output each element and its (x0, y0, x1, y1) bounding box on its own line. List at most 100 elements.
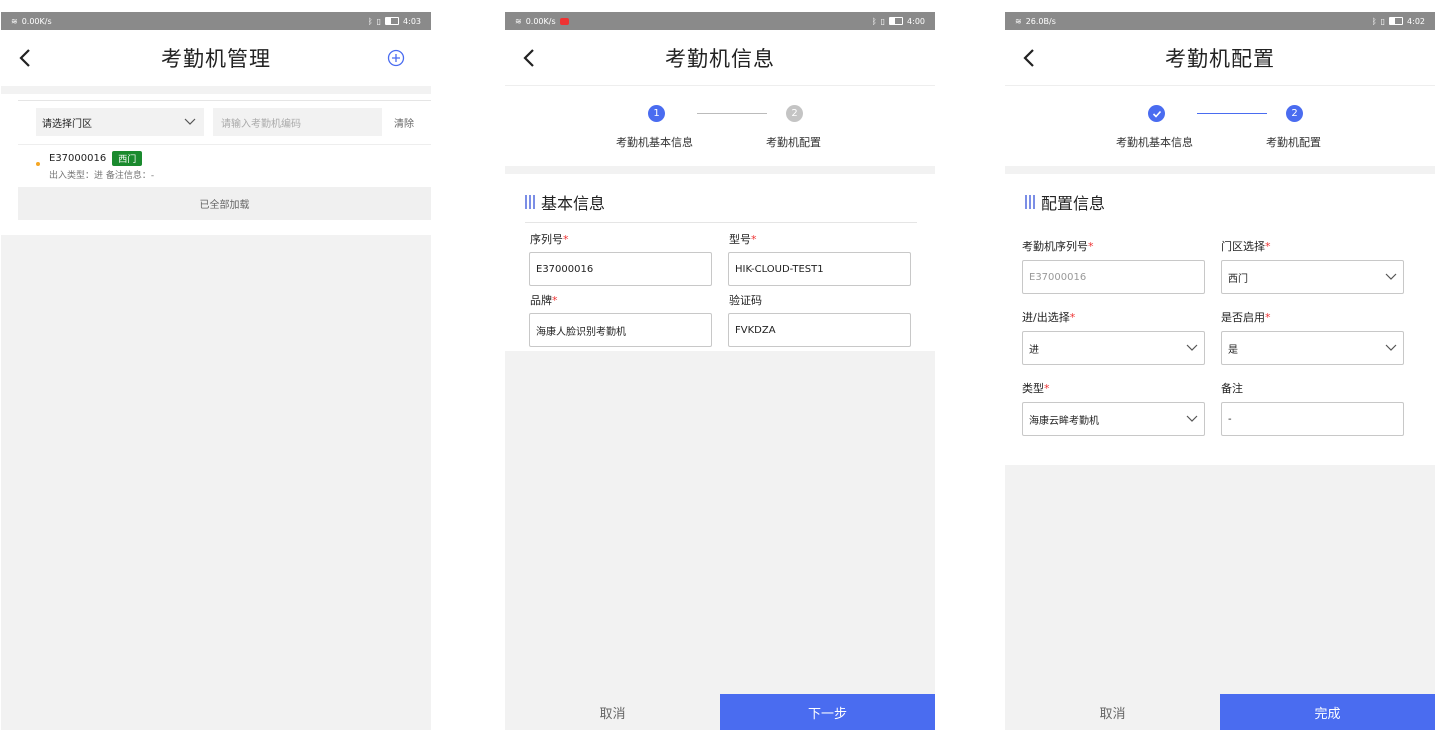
remark-label: 备注 (1221, 382, 1243, 395)
clear-button[interactable]: 清除 (394, 115, 414, 130)
required-mark: * (552, 294, 558, 307)
section-bars-icon (525, 195, 535, 209)
wifi-icon: ≋ (11, 16, 18, 26)
next-step-button[interactable]: 下一步 (720, 694, 935, 730)
brand-field[interactable]: 海康人脸识别考勤机 (529, 313, 712, 347)
chevron-down-icon (1186, 415, 1198, 422)
chevron-down-icon (1186, 344, 1198, 351)
section-header: 基本信息 (525, 190, 605, 214)
page-title: 考勤机信息 (665, 47, 775, 71)
verify-code-field[interactable]: FVKDZA (728, 313, 911, 347)
type-select[interactable]: 海康云眸考勤机 (1022, 402, 1205, 436)
verify-code-label: 验证码 (729, 294, 762, 307)
chevron-down-icon (1385, 273, 1397, 280)
serial-label: 考勤机序列号* (1022, 238, 1094, 254)
type-value: 海康云眸考勤机 (1029, 415, 1099, 427)
chevron-down-icon (184, 118, 196, 125)
serial-field[interactable]: E37000016 (1022, 260, 1205, 294)
back-button[interactable] (1019, 44, 1039, 72)
back-button[interactable] (15, 44, 35, 72)
step-2-label: 考勤机配置 (1266, 136, 1321, 149)
divider (1005, 166, 1435, 174)
network-speed: 0.00K/s (525, 16, 556, 26)
chevron-left-icon (19, 49, 30, 67)
loaded-indicator: 已全部加载 (18, 187, 431, 220)
required-mark: * (1265, 311, 1271, 324)
enabled-label: 是否启用* (1221, 309, 1271, 325)
back-button[interactable] (519, 44, 539, 72)
battery-icon (385, 17, 400, 25)
status-dot (36, 162, 40, 166)
divider (525, 222, 917, 223)
record-icon (559, 17, 569, 25)
page-title: 考勤机配置 (1165, 47, 1275, 71)
step-2-circle: 2 (786, 105, 803, 122)
network-speed: 0.00K/s (21, 16, 52, 26)
step-connector (697, 113, 767, 114)
divider (1, 86, 431, 94)
serial-field[interactable]: E37000016 (529, 252, 712, 286)
step-1-circle: 1 (648, 105, 665, 122)
required-mark: * (1069, 311, 1076, 324)
required-mark: * (1044, 382, 1050, 395)
required-mark: * (1088, 240, 1094, 253)
device-detail: 出入类型：进 备注信息：- (49, 171, 155, 181)
cancel-button[interactable]: 取消 (505, 694, 720, 730)
vibrate-icon: ▯ (376, 16, 382, 26)
list-item[interactable]: E37000016 西门 出入类型：进 备注信息：- (34, 150, 431, 184)
bluetooth-icon: ᛒ (871, 16, 877, 26)
step-2-circle: 2 (1286, 105, 1303, 122)
empty-area (1, 235, 431, 730)
model-value: HIK-CLOUD-TEST1 (735, 263, 824, 275)
step-indicator: 1 2 考勤机基本信息 考勤机配置 (505, 86, 935, 166)
area-label-text: 门区选择 (1221, 240, 1265, 253)
bluetooth-icon: ᛒ (367, 16, 373, 26)
brand-label: 品牌* (530, 292, 558, 308)
step-2-label: 考勤机配置 (766, 136, 821, 149)
bottom-actions: 取消 下一步 (505, 694, 935, 730)
divider (505, 166, 935, 174)
cancel-button[interactable]: 取消 (1005, 694, 1220, 730)
network-speed: 26.0B/s (1025, 16, 1056, 26)
empty-area (1005, 465, 1435, 694)
step-1-label: 考勤机基本信息 (616, 136, 693, 149)
serial-value: E37000016 (1029, 271, 1087, 283)
chevron-left-icon (523, 49, 534, 67)
status-bar: ≋ 0.00K/s ᛒ ▯ 4:00 (505, 12, 935, 30)
clock: 4:03 (403, 16, 421, 26)
model-label-text: 型号 (729, 233, 751, 246)
enabled-label-text: 是否启用 (1221, 311, 1265, 324)
serial-label: 序列号* (530, 231, 569, 247)
done-button[interactable]: 完成 (1220, 694, 1435, 730)
type-label: 类型* (1022, 380, 1050, 396)
inout-value: 进 (1029, 344, 1039, 356)
model-label: 型号* (729, 231, 757, 247)
type-label-text: 类型 (1022, 382, 1044, 395)
nav-bar: 考勤机配置 (1005, 30, 1435, 86)
verify-code-value: FVKDZA (735, 324, 776, 336)
required-mark: * (751, 233, 757, 246)
nav-bar: 考勤机管理 (1, 30, 431, 86)
area-select-label: 请选择门区 (42, 118, 92, 130)
remark-field[interactable]: - (1221, 402, 1404, 436)
inout-select[interactable]: 进 (1022, 331, 1205, 365)
battery-icon (889, 17, 904, 25)
step-connector (1197, 113, 1267, 114)
screen-device-management: ≋ 0.00K/s ᛒ ▯ 4:03 考勤机管理 请选择门区 请输入考勤机编码 清除 … (1, 12, 431, 730)
area-value: 西门 (1228, 273, 1248, 285)
enabled-value: 是 (1228, 344, 1238, 356)
serial-label-text: 序列号 (530, 233, 563, 246)
battery-icon (1389, 17, 1404, 25)
page-title: 考勤机管理 (161, 47, 271, 71)
enabled-select[interactable]: 是 (1221, 331, 1404, 365)
serial-value: E37000016 (536, 263, 594, 275)
model-field[interactable]: HIK-CLOUD-TEST1 (728, 252, 911, 286)
device-code-input[interactable]: 请输入考勤机编码 (213, 108, 382, 136)
divider (18, 144, 431, 145)
add-circle-icon[interactable] (387, 49, 405, 67)
bluetooth-icon: ᛒ (1371, 16, 1377, 26)
area-select[interactable]: 请选择门区 (36, 108, 204, 136)
area-select[interactable]: 西门 (1221, 260, 1404, 294)
step-indicator: 2 考勤机基本信息 考勤机配置 (1005, 86, 1435, 166)
required-mark: * (563, 233, 569, 246)
